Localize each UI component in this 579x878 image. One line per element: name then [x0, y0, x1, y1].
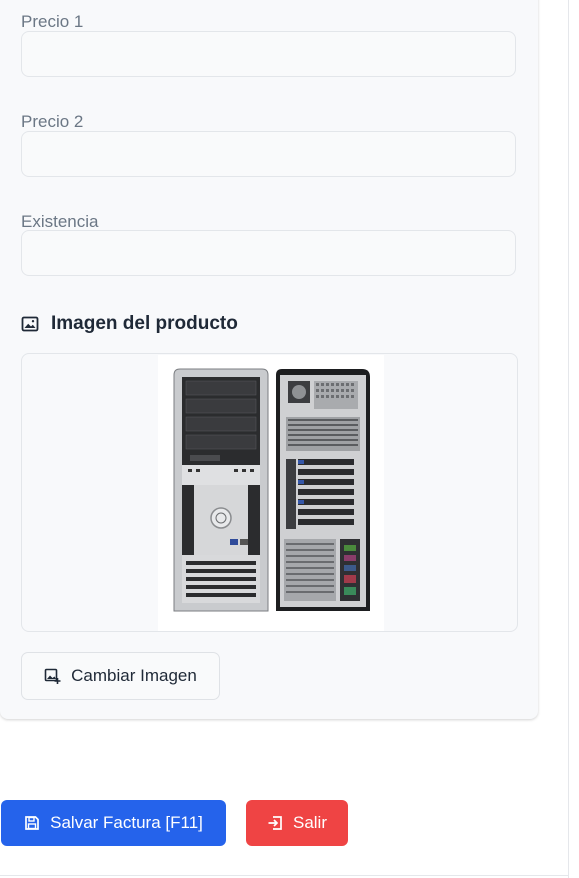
precio-1-input[interactable]	[21, 31, 516, 77]
change-image-label: Cambiar Imagen	[71, 666, 197, 685]
exit-icon	[267, 815, 283, 831]
save-invoice-button[interactable]: Salvar Factura [F11]	[1, 800, 226, 846]
existencia-label: Existencia	[21, 212, 99, 231]
product-form-card: Precio 1 Precio 2 Existencia Imagen del …	[0, 0, 538, 719]
panel-bottom-border	[0, 875, 569, 876]
save-invoice-label: Salvar Factura [F11]	[50, 813, 203, 832]
precio-2-label: Precio 2	[21, 112, 84, 131]
precio-2-input[interactable]	[21, 131, 516, 177]
tower-front	[173, 368, 269, 612]
product-image-container	[21, 353, 518, 632]
exit-label: Salir	[292, 813, 327, 832]
exit-button[interactable]: Salir	[246, 800, 348, 846]
existencia-input[interactable]	[21, 230, 516, 276]
save-icon	[24, 815, 40, 831]
image-section-heading: Imagen del producto	[21, 312, 238, 336]
image-icon	[21, 315, 39, 333]
change-image-button[interactable]: Cambiar Imagen	[21, 652, 220, 700]
tower-back	[276, 369, 370, 611]
panel-right-border	[568, 0, 569, 878]
product-image	[158, 355, 384, 631]
image-add-icon	[44, 668, 61, 685]
precio-1-label: Precio 1	[21, 12, 84, 31]
image-section-title: Imagen del producto	[51, 313, 238, 334]
